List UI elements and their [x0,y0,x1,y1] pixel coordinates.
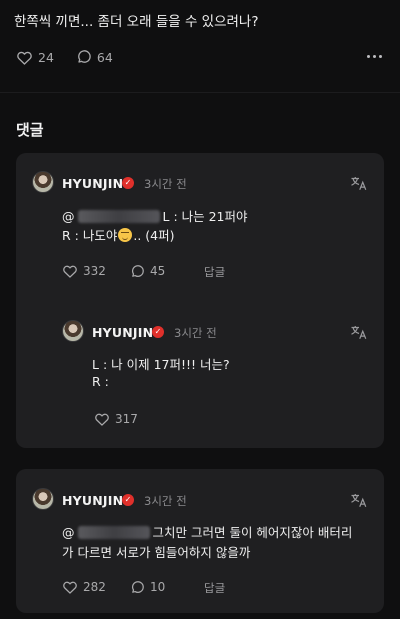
comment-card: HYUNJIN ✓ 3시간 전 @ L : 나는 21퍼야 R : 나도야 .. (… [16,153,384,448]
more-dots-icon[interactable] [364,50,382,62]
reply-time: 3시간 전 [174,326,217,340]
comment-card: HYUNJIN ✓ 3시간 전 @ 그치만 그러면 둘이 헤어지잖아 배터리 가 … [16,469,384,613]
translate-icon[interactable] [350,175,368,191]
post-like-count: 24 [38,49,54,65]
comment-text-part: L : 나는 21퍼야 [162,209,248,224]
smiling-emoji-icon [118,228,133,242]
comment-text-line2: 가 다르면 서로가 힘들어하지 않을까 [62,545,251,560]
comment-username[interactable]: HYUNJIN [62,176,123,191]
reply-like-button[interactable]: 317 [94,411,138,427]
verified-badge-icon: ✓ [152,326,164,338]
comments-section-title: 댓글 [16,121,44,139]
comment-reply-count: 45 [150,264,166,278]
mention-prefix: @ [62,525,75,540]
post-actions: 24 64 [16,48,135,66]
translate-icon[interactable] [350,492,368,508]
verified-badge-icon: ✓ [122,494,134,506]
comment-text-line1: @ 그치만 그러면 둘이 헤어지잖아 배터리 [62,522,352,541]
verified-badge-icon: ✓ [122,177,134,189]
translate-icon[interactable] [350,324,368,340]
comment-time: 3시간 전 [144,494,187,508]
comment-time: 3시간 전 [144,177,187,191]
speech-bubble-icon [78,50,91,63]
post-comment-count: 64 [96,49,113,65]
comment-reply-count-button[interactable]: 10 [130,579,165,595]
comment-reply-count-button[interactable]: 45 [130,263,165,279]
heart-icon [63,265,77,278]
comment-like-button[interactable]: 282 [62,579,106,595]
blurred-mention [77,526,150,539]
comment-text-part: .. (4퍼) [133,228,175,243]
comment-text-line1: @ L : 나는 21퍼야 [62,206,248,225]
mention-prefix: @ [62,209,75,224]
comment-like-button[interactable]: 332 [62,263,106,279]
post-like-button[interactable]: 24 [16,50,54,65]
divider [0,92,400,93]
comment-like-count: 332 [83,264,106,278]
heart-icon [17,51,32,65]
comment-text-part: 그치만 그러면 둘이 헤어지잖아 배터리 [152,525,353,540]
speech-bubble-icon [132,580,144,593]
reply-button[interactable]: 답글 [204,264,225,280]
reply-button[interactable]: 답글 [204,580,225,596]
reply-text-line2: R : [92,374,109,389]
reply-username[interactable]: HYUNJIN [92,325,153,340]
comment-username[interactable]: HYUNJIN [62,493,123,508]
reply-like-count: 317 [115,412,138,426]
post-text: 한쪽씩 끼면... 좀더 오래 들을 수 있으려나? [14,14,259,30]
comment-text-part: R : 나도야 [62,228,118,243]
speech-bubble-icon [132,264,144,277]
heart-icon [63,581,77,594]
reply-text-line1: L : 나 이제 17퍼!!! 너는? [92,357,230,372]
avatar[interactable] [62,320,84,342]
comment-text-line2: R : 나도야 .. (4퍼) [62,225,174,244]
blurred-mention [77,210,160,223]
post-comment-button[interactable]: 64 [76,49,113,65]
avatar[interactable] [32,488,54,510]
comment-like-count: 282 [83,580,106,594]
heart-icon [95,413,109,426]
avatar[interactable] [32,171,54,193]
comment-reply-count: 10 [150,580,166,594]
